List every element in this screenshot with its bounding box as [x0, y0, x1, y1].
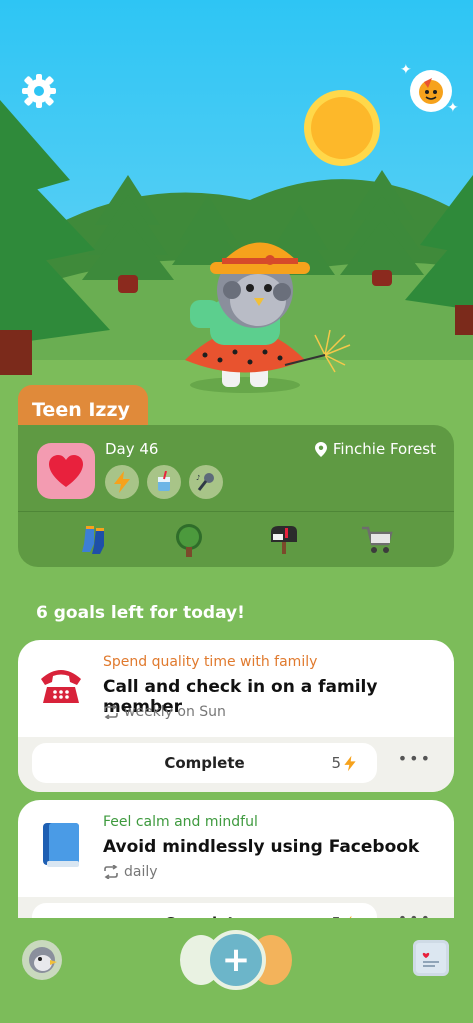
mailbox-button[interactable]: [265, 522, 301, 558]
drink-badge[interactable]: [147, 465, 181, 499]
forest-button[interactable]: [171, 522, 207, 558]
journal-button[interactable]: [413, 940, 449, 976]
repeat-icon: [104, 865, 118, 879]
lightning-icon: [114, 471, 130, 493]
gear-icon: [22, 74, 56, 108]
status-nav: [18, 512, 454, 567]
lightning-icon: [344, 755, 356, 771]
bird-avatar-icon: [29, 947, 57, 973]
telephone-icon: [41, 670, 81, 703]
microphone-icon: ♪: [196, 473, 214, 491]
location-pin-icon: [314, 441, 327, 457]
goal-frequency: daily: [103, 864, 158, 880]
shop-button[interactable]: [359, 522, 395, 558]
socks-icon: [82, 525, 104, 554]
reward-points: 5: [331, 754, 357, 772]
svg-text:♪: ♪: [196, 474, 200, 482]
status-badges: ♪: [105, 465, 223, 499]
add-goal-button[interactable]: +: [206, 930, 266, 990]
mood-heart-button[interactable]: [37, 443, 95, 499]
party-face-icon: [419, 78, 443, 104]
journal-icon: [422, 952, 439, 967]
plus-icon: +: [221, 940, 251, 980]
sparkle-icon: ✦: [400, 62, 412, 78]
goal-info[interactable]: Feel calm and mindful Avoid mindlessly u…: [18, 800, 454, 897]
heart-icon: [49, 455, 83, 487]
karaoke-badge[interactable]: ♪: [189, 465, 223, 499]
wardrobe-button[interactable]: [77, 522, 113, 558]
shopping-cart-icon: [362, 526, 393, 553]
goal-frequency-text: daily: [124, 864, 158, 880]
pet-name: Teen Izzy: [32, 399, 130, 421]
location-label[interactable]: Finchie Forest: [314, 440, 436, 458]
goal-category: Feel calm and mindful: [103, 814, 258, 830]
pet-status-card: Day 46 Finchie Forest ♪: [18, 425, 454, 567]
settings-button[interactable]: [18, 70, 60, 112]
tree-icon: [176, 523, 202, 557]
energy-badge[interactable]: [105, 465, 139, 499]
goal-card[interactable]: Spend quality time with family Call and …: [18, 640, 454, 792]
mailbox-icon: [271, 525, 297, 554]
sparkle-icon: ✦: [447, 100, 459, 116]
party-avatar-button[interactable]: [410, 70, 452, 112]
book-icon: [43, 823, 79, 867]
profile-button[interactable]: [22, 940, 62, 980]
goal-icon-wrap: [36, 660, 86, 710]
goal-category: Spend quality time with family: [103, 654, 318, 670]
goal-frequency: weekly on Sun: [103, 704, 226, 720]
bottom-tab-bar: +: [0, 918, 473, 1023]
drink-icon: [158, 471, 170, 491]
location-name: Finchie Forest: [332, 440, 436, 458]
more-options-button[interactable]: •••: [398, 749, 432, 768]
reward-points-value: 5: [331, 754, 341, 772]
status-top: Day 46 Finchie Forest ♪: [18, 425, 454, 511]
goals-remaining-header: 6 goals left for today!: [36, 603, 245, 623]
goal-icon-wrap: [36, 820, 86, 870]
goal-frequency-text: weekly on Sun: [124, 704, 226, 720]
goal-actions: Complete 5 •••: [18, 737, 454, 792]
day-counter: Day 46: [105, 440, 159, 458]
goal-info[interactable]: Spend quality time with family Call and …: [18, 640, 454, 737]
complete-button[interactable]: Complete 5: [32, 743, 377, 783]
goal-title: Avoid mindlessly using Facebook: [103, 837, 420, 857]
repeat-icon: [104, 705, 118, 719]
complete-label: Complete: [164, 754, 245, 772]
